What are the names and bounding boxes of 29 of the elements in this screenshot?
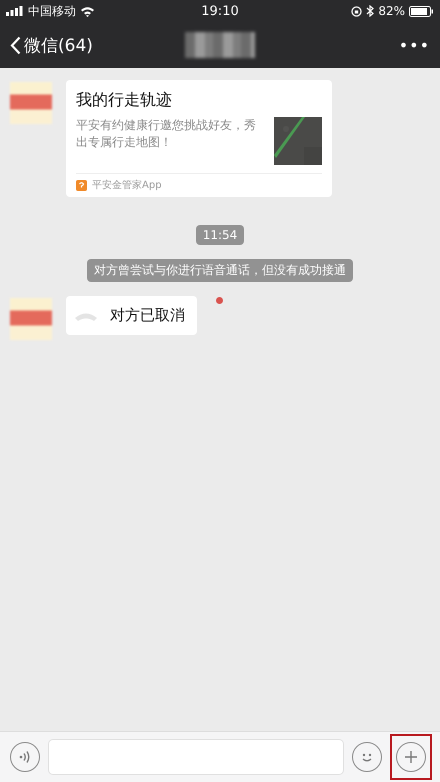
signal-icon <box>6 6 24 16</box>
card-source: 平安金管家App <box>92 178 162 192</box>
battery-icon <box>409 6 434 16</box>
bluetooth-icon <box>366 5 374 17</box>
carrier-name: 中国移动 <box>28 2 76 20</box>
status-time: 19:10 <box>201 4 239 18</box>
card-description: 平安有约健康行邀您挑战好友，秀出专属行走地图！ <box>76 117 257 151</box>
plus-icon <box>404 750 418 764</box>
message-text: 对方已取消 <box>110 306 185 325</box>
voice-button[interactable] <box>10 742 40 772</box>
battery-percent: 82% <box>378 4 405 18</box>
avatar <box>10 82 52 124</box>
card-title: 我的行走轨迹 <box>76 90 173 111</box>
message-input[interactable] <box>48 739 344 775</box>
back-button[interactable]: 微信(64) <box>10 34 130 56</box>
message-bubble[interactable]: 对方已取消 <box>66 296 197 335</box>
voice-icon <box>18 750 32 764</box>
wifi-icon <box>80 6 95 16</box>
system-message: 对方曾尝试与你进行语音通话，但没有成功接通 <box>87 259 353 282</box>
timestamp: 11:54 <box>196 225 244 245</box>
more-button[interactable]: ••• <box>310 36 430 54</box>
back-icon <box>10 36 21 54</box>
avatar <box>10 298 52 340</box>
link-card[interactable]: 我的行走轨迹 平安有约健康行邀您挑战好友，秀出专属行走地图！ 平安金管家App <box>66 80 332 197</box>
add-button[interactable] <box>396 742 426 772</box>
emoji-button[interactable] <box>352 742 382 772</box>
blurred-title <box>185 32 255 58</box>
app-icon <box>76 180 87 190</box>
rotation-lock-icon <box>351 6 362 16</box>
